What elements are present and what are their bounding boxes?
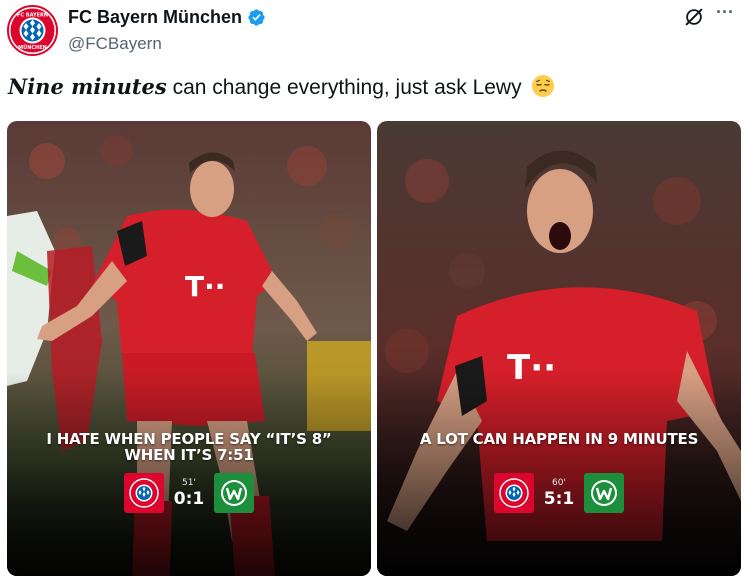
caption-2-line-1: A LOT CAN HAPPEN IN 9 MINUTES <box>419 430 699 448</box>
bayern-crest-icon <box>494 473 534 513</box>
verified-badge-icon <box>248 9 265 26</box>
caption-2: A LOT CAN HAPPEN IN 9 MINUTES <box>377 431 741 447</box>
media-image-2[interactable]: T·· A LOT CAN HAPPEN IN 9 MINUTES 60' 5:… <box>377 121 741 576</box>
match-score-2: 5:1 <box>543 488 575 509</box>
scoreboard-1: 51' 0:1 <box>7 471 371 515</box>
grok-icon[interactable] <box>683 6 705 28</box>
bayern-crest-icon <box>124 473 164 513</box>
avatar[interactable]: FC BAYERN MÜNCHEN <box>7 5 58 56</box>
wolfsburg-crest-icon <box>214 473 254 513</box>
display-name-row[interactable]: FC Bayern München <box>68 7 266 28</box>
media-image-1[interactable]: T·· I HATE WHEN PEOPLE SAY “IT’S 8” WHEN… <box>7 121 371 576</box>
avatar-text-bottom: MÜNCHEN <box>18 44 47 51</box>
author-names: FC Bayern München @FCBayern <box>68 7 266 54</box>
bayern-logo-icon: FC BAYERN MÜNCHEN <box>10 8 55 53</box>
tweet-header: FC BAYERN MÜNCHEN FC Bayern München @FCB… <box>0 0 750 66</box>
avatar-text-top: FC BAYERN <box>17 13 48 19</box>
score-box-2: 60' 5:1 <box>542 478 576 509</box>
display-name[interactable]: FC Bayern München <box>68 7 242 28</box>
handle[interactable]: @FCBayern <box>68 34 266 54</box>
tweet-text-emphasis: Nine minutes <box>8 74 167 99</box>
caption-1: I HATE WHEN PEOPLE SAY “IT’S 8” WHEN IT’… <box>7 431 371 463</box>
pensive-face-emoji <box>532 75 555 97</box>
caption-1-line-2: WHEN IT’S 7:51 <box>124 446 254 464</box>
caption-1-line-1: I HATE WHEN PEOPLE SAY “IT’S 8” <box>46 430 332 448</box>
more-options-icon[interactable]: ··· <box>716 3 734 21</box>
match-score-1: 0:1 <box>173 488 205 509</box>
match-minute-1: 51' <box>182 477 196 488</box>
tweet-text-rest: can change everything, just ask Lewy <box>166 76 522 99</box>
wolfsburg-crest-icon <box>584 473 624 513</box>
tweet-text: Nine minutes can change everything, just… <box>8 74 555 100</box>
score-box-1: 51' 0:1 <box>172 478 206 509</box>
match-minute-2: 60' <box>552 477 566 488</box>
scoreboard-2: 60' 5:1 <box>377 471 741 515</box>
